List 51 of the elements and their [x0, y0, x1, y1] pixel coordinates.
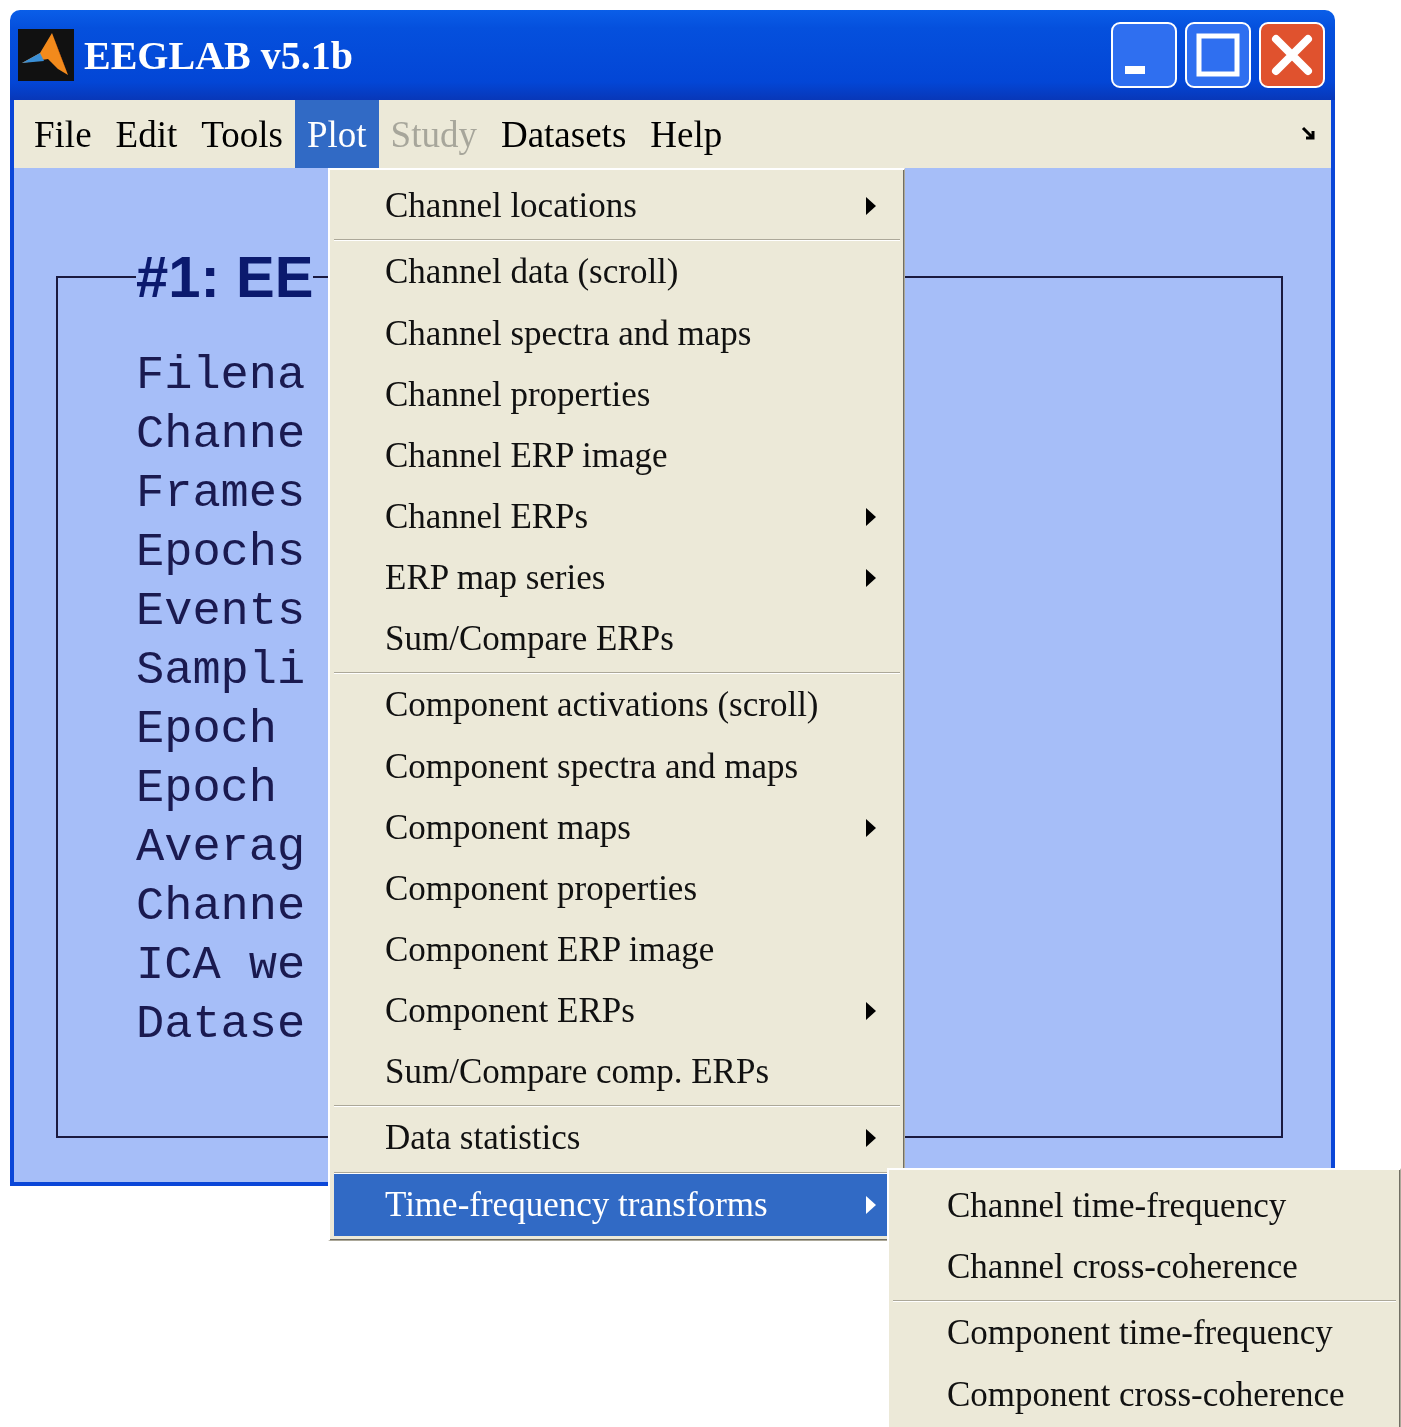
menu-item[interactable]: Component ERP image — [334, 919, 900, 980]
menu-item[interactable]: Component maps — [334, 797, 900, 858]
field-label: Epochs — [136, 525, 306, 581]
maximize-button[interactable] — [1185, 22, 1251, 88]
menu-item[interactable]: Channel locations — [334, 175, 900, 236]
dock-arrow-icon[interactable] — [1301, 126, 1317, 142]
field-label: Averag — [136, 820, 306, 876]
panel-title: #1: EE — [136, 248, 314, 306]
menu-item[interactable]: Channel ERPs — [334, 486, 900, 547]
menu-item[interactable]: ERP map series — [334, 547, 900, 608]
submenu-arrow-icon — [866, 507, 876, 526]
submenu-arrow-icon — [866, 568, 876, 587]
window-title: EEGLAB v5.1b — [84, 31, 354, 79]
field-label: Epoch — [136, 761, 278, 817]
field-label: Events — [136, 584, 306, 640]
menu-item[interactable]: Channel properties — [334, 364, 900, 425]
field-label: Frames — [136, 466, 306, 522]
menu-item[interactable]: Component spectra and maps — [334, 736, 900, 797]
submenu-arrow-icon — [866, 1195, 876, 1214]
field-label: Epoch — [136, 702, 278, 758]
menu-item[interactable]: File — [22, 100, 104, 168]
menu-item[interactable]: Data statistics — [334, 1105, 900, 1169]
menu-item[interactable]: Plot — [294, 100, 379, 168]
submenu-arrow-icon — [866, 1128, 876, 1147]
field-label: Channe — [136, 407, 306, 463]
menu-item[interactable]: Tools — [189, 100, 295, 168]
menu-item[interactable]: Component cross-coherence — [893, 1364, 1396, 1425]
field-label: Filena — [136, 348, 306, 404]
menu-item[interactable]: Component activations (scroll) — [334, 672, 900, 736]
field-label: Sampli — [136, 643, 306, 699]
menu-item[interactable]: Edit — [103, 100, 190, 168]
submenu-arrow-icon — [866, 196, 876, 215]
minimize-button[interactable] — [1111, 22, 1177, 88]
menu-item[interactable]: Channel data (scroll) — [334, 239, 900, 303]
menu-item[interactable]: Datasets — [488, 100, 639, 168]
menu-item[interactable]: Sum/Compare comp. ERPs — [334, 1041, 900, 1102]
field-label: Datase — [136, 997, 306, 1053]
field-label: ICA we — [136, 938, 306, 994]
menu-item[interactable]: Channel cross-coherence — [893, 1236, 1396, 1297]
submenu-arrow-icon — [866, 818, 876, 837]
close-button[interactable] — [1259, 22, 1325, 88]
menu-item[interactable]: Help — [638, 100, 735, 168]
menu-item[interactable]: Channel ERP image — [334, 425, 900, 486]
field-label: Channe — [136, 879, 306, 935]
menu-item[interactable]: Component ERPs — [334, 980, 900, 1041]
menu-item[interactable]: Sum/Compare ERPs — [334, 608, 900, 669]
menu-item[interactable]: Channel spectra and maps — [334, 303, 900, 364]
submenu-arrow-icon — [866, 1001, 876, 1020]
peak-logo-icon — [18, 29, 74, 81]
menu-item[interactable]: Component time-frequency — [893, 1300, 1396, 1364]
menu-item[interactable]: Component properties — [334, 858, 900, 919]
